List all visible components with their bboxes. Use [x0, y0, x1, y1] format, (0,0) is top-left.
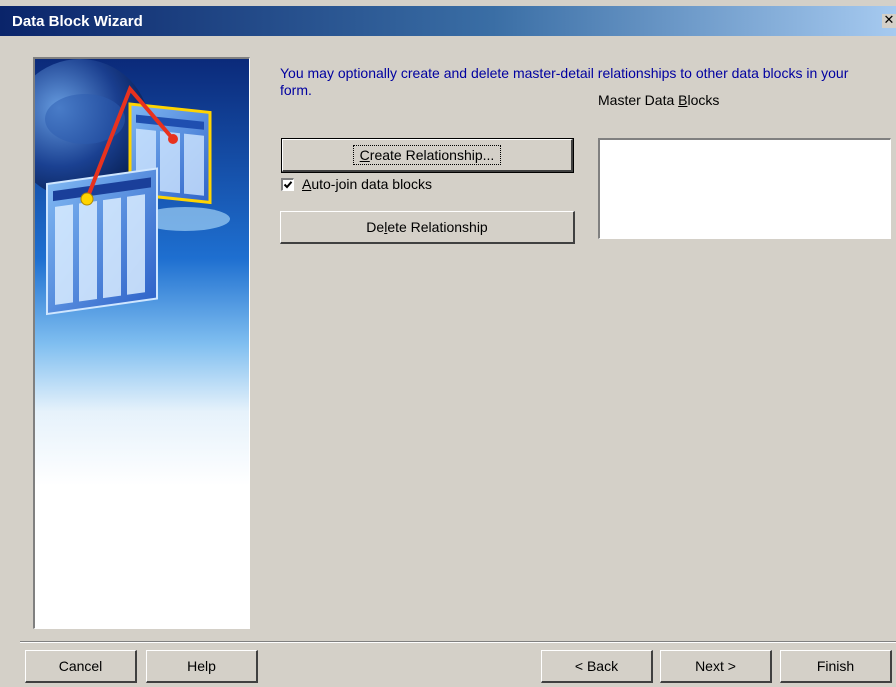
- wizard-illustration: [33, 57, 250, 629]
- master-blocks-label: Master Data Blocks: [598, 92, 720, 108]
- auto-join-row[interactable]: Auto-join data blocks: [281, 176, 432, 192]
- next-button[interactable]: Next >: [660, 650, 772, 683]
- help-button[interactable]: Help: [146, 650, 258, 683]
- instructions-text: You may optionally create and delete mas…: [280, 65, 849, 98]
- cancel-button[interactable]: Cancel: [25, 650, 137, 683]
- finish-button[interactable]: Finish: [780, 650, 892, 683]
- back-button[interactable]: < Back: [541, 650, 653, 683]
- auto-join-checkbox[interactable]: [281, 177, 294, 191]
- footer-separator: [20, 641, 896, 643]
- master-blocks-listbox[interactable]: [598, 138, 891, 239]
- close-icon[interactable]: ✕: [882, 14, 896, 28]
- title-bar: Data Block Wizard ✕: [0, 6, 896, 36]
- checkmark-icon: [283, 180, 293, 188]
- auto-join-label: Auto-join data blocks: [302, 176, 432, 192]
- window-title: Data Block Wizard: [12, 12, 143, 30]
- create-relationship-button[interactable]: Create Relationship...: [281, 138, 574, 173]
- delete-relationship-button[interactable]: Delete Relationship: [280, 211, 575, 244]
